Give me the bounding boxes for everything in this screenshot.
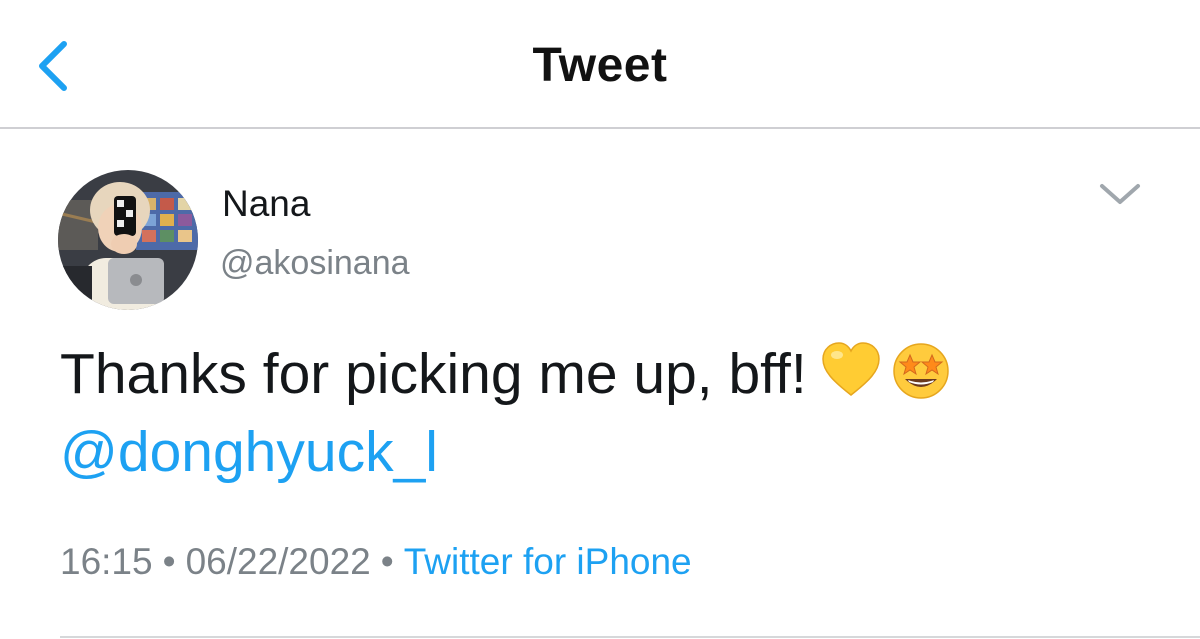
tweet-date: 06/22/2022 [185,541,371,582]
tweet-text-content: Thanks for picking me up, bff! [60,342,807,406]
author-name[interactable]: Nana [222,183,310,225]
tweet-time: 16:15 [60,541,153,582]
page-title: Tweet [532,39,668,92]
avatar-photo [58,170,198,310]
more-options-button[interactable] [1094,176,1146,216]
tweet-source-link[interactable]: Twitter for iPhone [404,541,692,582]
author-handle[interactable]: @akosinana [220,244,410,283]
navigation-bar: Tweet [0,0,1200,129]
star-struck-icon [891,341,951,401]
chevron-down-icon [1100,184,1140,204]
yellow-heart-icon [821,341,881,401]
tweet-text: Thanks for picking me up, bff! [60,336,951,412]
divider [60,636,1200,638]
mention-link[interactable]: @donghyuck_l [60,414,438,490]
separator: • [162,541,176,582]
tweet-meta: 16:15 • 06/22/2022 • Twitter for iPhone [60,541,692,583]
separator: • [380,541,394,582]
tweet-detail-screen: Tweet Nana @akosinana Thanks for picking… [0,0,1200,639]
divider [0,127,1200,129]
avatar[interactable] [58,170,198,310]
